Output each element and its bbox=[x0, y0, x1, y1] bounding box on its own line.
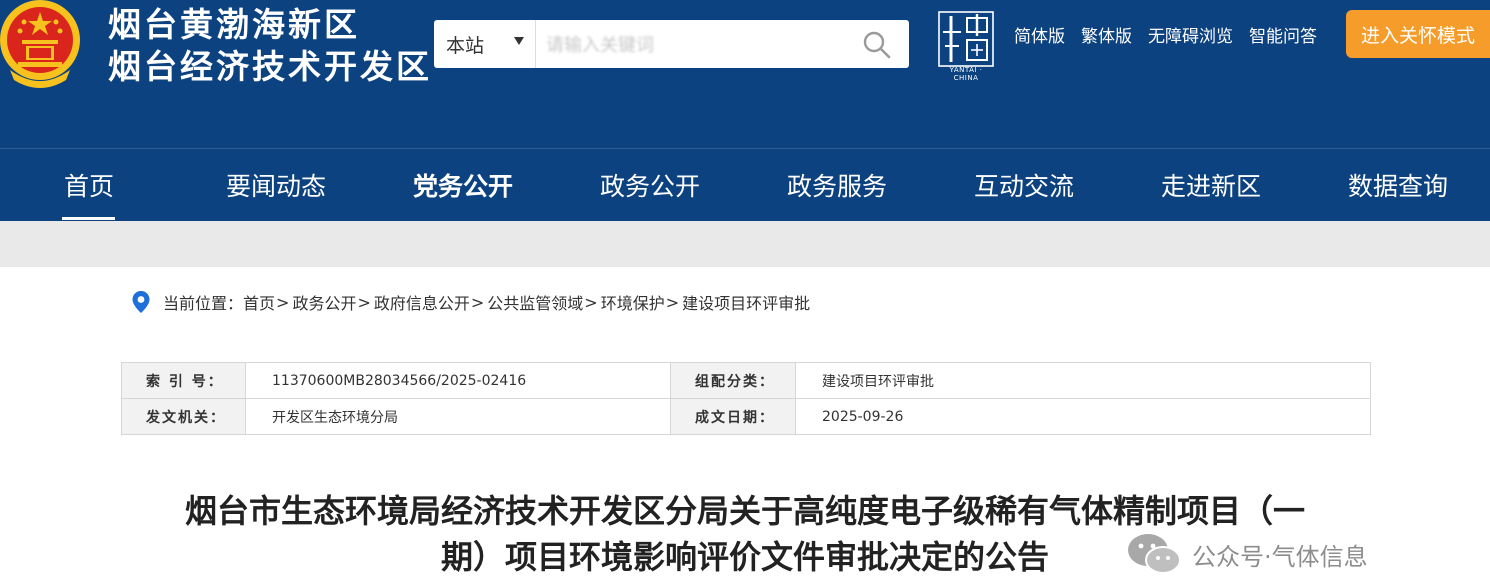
search-box: 本站 bbox=[434, 20, 909, 68]
breadcrumb-gov-info[interactable]: 政府信息公开 bbox=[374, 290, 470, 314]
index-number-value: 11370600MB28034566/2025-02416 bbox=[245, 362, 671, 399]
breadcrumb-separator: > bbox=[584, 292, 598, 312]
breadcrumb-separator: > bbox=[470, 292, 485, 312]
site-title-line1: 烟台黄渤海新区 bbox=[108, 5, 360, 44]
care-mode-button[interactable]: 进入关怀模式 bbox=[1346, 10, 1490, 58]
location-pin-icon bbox=[132, 291, 150, 313]
nav-item-party-affairs[interactable]: 党务公开 bbox=[395, 149, 531, 221]
nav-item-gov-affairs[interactable]: 政务公开 bbox=[582, 149, 718, 221]
watermark-text: 公众号·气体信息 bbox=[1192, 542, 1368, 571]
header-links: 简体版 繁体版 无障碍浏览 智能问答 bbox=[1014, 22, 1317, 47]
link-smart-qa[interactable]: 智能问答 bbox=[1249, 22, 1317, 47]
date-value: 2025-09-26 bbox=[795, 398, 1371, 435]
national-emblem-icon bbox=[0, 0, 80, 88]
table-row: 索 引 号： 11370600MB28034566/2025-02416 组配分… bbox=[121, 362, 1371, 399]
nav-item-gov-service[interactable]: 政务服务 bbox=[769, 149, 905, 221]
breadcrumb-gov-affairs[interactable]: 政务公开 bbox=[292, 290, 356, 314]
breadcrumb-public-supervision[interactable]: 公共监管领域 bbox=[487, 290, 583, 314]
search-scope-select[interactable]: 本站 bbox=[434, 20, 536, 68]
breadcrumb-separator: > bbox=[276, 292, 290, 312]
date-label: 成文日期： bbox=[670, 398, 796, 435]
banner-band bbox=[0, 221, 1490, 267]
breadcrumb-environment[interactable]: 环境保护 bbox=[601, 290, 665, 314]
index-number-label: 索 引 号： bbox=[121, 362, 246, 399]
breadcrumb-separator: > bbox=[357, 292, 371, 312]
search-icon[interactable] bbox=[862, 30, 892, 60]
page-root: 烟台黄渤海新区 烟台经济技术开发区 本站 YANTAI · CHINA bbox=[0, 0, 1490, 581]
category-value: 建设项目环评审批 bbox=[795, 362, 1371, 399]
breadcrumb-eia-approval[interactable]: 建设项目环评审批 bbox=[682, 290, 810, 314]
site-title-line2: 烟台经济技术开发区 bbox=[108, 47, 432, 86]
link-accessibility[interactable]: 无障碍浏览 bbox=[1148, 22, 1233, 47]
link-simplified[interactable]: 简体版 bbox=[1014, 22, 1065, 47]
nav-item-data-query[interactable]: 数据查询 bbox=[1330, 149, 1466, 221]
breadcrumb-prefix: 当前位置： bbox=[163, 294, 244, 313]
breadcrumb: 当前位置： 首页 > 政务公开 > 政府信息公开 > 公共监管领域 > 环境保护… bbox=[131, 290, 810, 314]
main-nav: 首页 要闻动态 党务公开 政务公开 政务服务 互动交流 走进新区 数据查询 bbox=[0, 148, 1490, 221]
issuer-value: 开发区生态环境分局 bbox=[245, 398, 671, 435]
search-scope-label: 本站 bbox=[446, 34, 485, 57]
wechat-watermark: 公众号·气体信息 bbox=[1122, 528, 1368, 580]
yantai-logo-caption: YANTAI · CHINA bbox=[949, 66, 983, 82]
nav-item-news[interactable]: 要闻动态 bbox=[208, 149, 344, 221]
category-label: 组配分类： bbox=[670, 362, 796, 399]
issuer-label: 发文机关： bbox=[121, 398, 246, 435]
table-row: 发文机关： 开发区生态环境分局 成文日期： 2025-09-26 bbox=[121, 398, 1371, 435]
nav-item-about-district[interactable]: 走进新区 bbox=[1143, 149, 1279, 221]
site-header: 烟台黄渤海新区 烟台经济技术开发区 本站 YANTAI · CHINA bbox=[0, 0, 1490, 148]
wechat-icon bbox=[1128, 534, 1181, 574]
breadcrumb-separator: > bbox=[665, 292, 680, 312]
nav-active-indicator bbox=[62, 217, 115, 220]
nav-item-home[interactable]: 首页 bbox=[30, 149, 148, 221]
link-traditional[interactable]: 繁体版 bbox=[1081, 22, 1132, 47]
nav-item-interaction[interactable]: 互动交流 bbox=[956, 149, 1092, 221]
site-title[interactable]: 烟台黄渤海新区 烟台经济技术开发区 bbox=[108, 4, 432, 88]
breadcrumb-home[interactable]: 首页 bbox=[243, 290, 275, 314]
document-info-table: 索 引 号： 11370600MB28034566/2025-02416 组配分… bbox=[121, 362, 1371, 435]
search-input[interactable] bbox=[546, 26, 846, 62]
chevron-down-icon bbox=[514, 37, 524, 45]
